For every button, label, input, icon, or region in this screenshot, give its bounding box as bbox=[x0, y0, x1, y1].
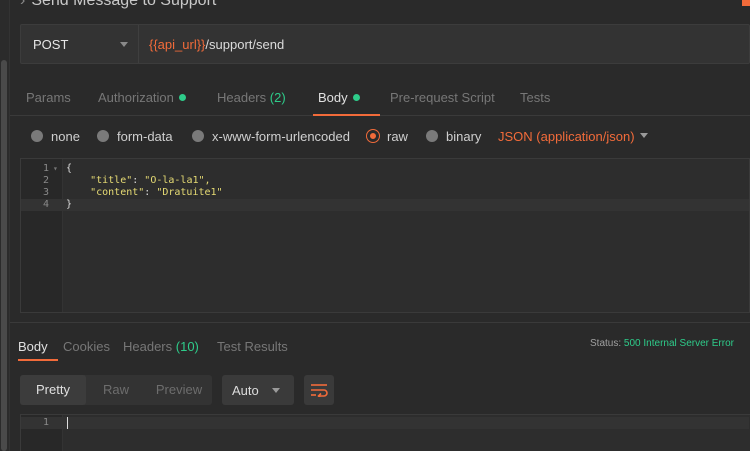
json-value: "Dratuite1" bbox=[156, 187, 223, 198]
left-sidebar-strip bbox=[0, 0, 10, 451]
radio-icon bbox=[31, 130, 43, 142]
headers-count: (2) bbox=[269, 90, 286, 105]
code-line-active: 1 bbox=[21, 417, 749, 429]
status-value: 500 Internal Server Error bbox=[623, 338, 734, 349]
response-body-viewer[interactable]: 1 bbox=[20, 414, 750, 451]
top-accent-marker bbox=[742, 0, 750, 6]
json-value: "O-la-la1", bbox=[144, 175, 211, 186]
status-dot-icon bbox=[352, 94, 360, 101]
url-path: /support/send bbox=[205, 36, 285, 52]
url-input[interactable]: {{api_url}}/support/send bbox=[139, 37, 284, 52]
response-tab-body[interactable]: Body bbox=[18, 333, 48, 361]
tab-authorization[interactable]: Authorization bbox=[98, 82, 186, 116]
response-tab-test-results[interactable]: Test Results bbox=[217, 333, 288, 361]
tab-tests[interactable]: Tests bbox=[520, 82, 550, 116]
radio-icon bbox=[426, 130, 438, 142]
view-mode-toggle: Pretty Raw Preview bbox=[20, 375, 212, 405]
radio-form-data[interactable]: form-data bbox=[97, 126, 173, 146]
raw-button[interactable]: Raw bbox=[86, 375, 146, 405]
method-label: POST bbox=[33, 36, 69, 52]
body-type-options: none form-data x-www-form-urlencoded raw… bbox=[20, 126, 750, 146]
radio-binary[interactable]: binary bbox=[426, 126, 481, 146]
radio-icon bbox=[97, 130, 109, 142]
status-dot-icon bbox=[178, 94, 186, 101]
chevron-right-icon: › bbox=[20, 0, 26, 9]
response-tab-headers[interactable]: Headers (10) bbox=[123, 333, 199, 361]
pretty-button[interactable]: Pretty bbox=[20, 375, 86, 405]
code-line: 2 "title": "O-la-la1", bbox=[42, 175, 211, 186]
request-tabs: Params Authorization Headers (2) Body Pr… bbox=[10, 82, 750, 116]
code-line: 1 ▾ { bbox=[42, 163, 73, 175]
response-tabs: Body Cookies Headers (10) Test Results S… bbox=[10, 333, 750, 361]
radio-selected-icon bbox=[367, 130, 379, 142]
status-badge: Status: 500 Internal Server Error bbox=[590, 338, 734, 349]
format-select[interactable]: Auto bbox=[222, 375, 294, 405]
tab-headers[interactable]: Headers (2) bbox=[217, 82, 286, 116]
chevron-down-icon bbox=[120, 41, 128, 47]
pane-divider[interactable] bbox=[10, 322, 750, 323]
url-bar: POST {{api_url}}/support/send bbox=[20, 24, 750, 64]
radio-none[interactable]: none bbox=[31, 126, 80, 146]
response-headers-count: (10) bbox=[175, 339, 199, 354]
radio-icon bbox=[192, 130, 204, 142]
sidebar-scrollbar[interactable] bbox=[1, 60, 7, 451]
tab-params[interactable]: Params bbox=[26, 82, 71, 116]
radio-raw[interactable]: raw bbox=[367, 126, 408, 146]
json-key: "content" bbox=[90, 187, 145, 198]
code-line-active: 4 } bbox=[21, 199, 749, 211]
request-title: › Send Message to Support bbox=[20, 0, 216, 9]
wrap-lines-icon bbox=[311, 384, 328, 397]
text-cursor bbox=[67, 417, 68, 429]
response-tab-cookies[interactable]: Cookies bbox=[63, 333, 110, 361]
chevron-down-icon[interactable] bbox=[640, 133, 648, 138]
method-select[interactable]: POST bbox=[21, 25, 139, 63]
active-tab-indicator bbox=[313, 114, 380, 116]
url-variable: {{api_url}} bbox=[149, 36, 206, 52]
wrap-lines-button[interactable] bbox=[304, 375, 334, 405]
preview-button[interactable]: Preview bbox=[146, 375, 212, 405]
fold-arrow-icon[interactable]: ▾ bbox=[53, 163, 58, 175]
active-tab-indicator bbox=[18, 359, 58, 361]
radio-x-www-form-urlencoded[interactable]: x-www-form-urlencoded bbox=[192, 126, 350, 146]
request-body-editor[interactable]: 1 ▾ { 2 "title": "O-la-la1", 3 "content"… bbox=[20, 158, 750, 313]
language-select[interactable]: JSON (application/json) bbox=[498, 126, 635, 146]
json-key: "title" bbox=[90, 175, 133, 186]
tab-pre-request-script[interactable]: Pre-request Script bbox=[390, 82, 495, 116]
chevron-down-icon bbox=[272, 388, 280, 393]
code-line: 3 "content": "Dratuite1" bbox=[42, 187, 223, 198]
tab-body[interactable]: Body bbox=[318, 82, 360, 116]
